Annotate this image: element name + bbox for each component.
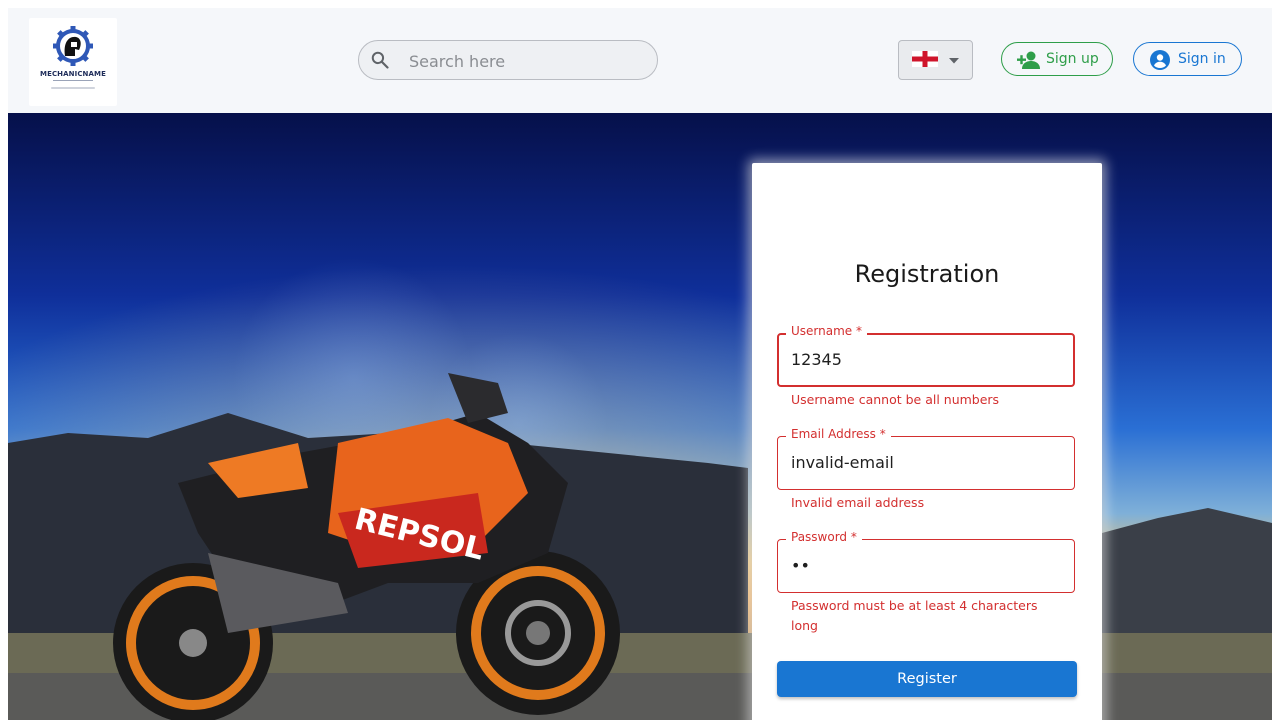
caret-down-icon: [949, 58, 959, 64]
username-error: Username cannot be all numbers: [791, 392, 1000, 407]
password-label: Password *: [786, 530, 862, 544]
sign-in-button[interactable]: Sign in: [1133, 42, 1242, 76]
registration-title: Registration: [854, 260, 1000, 288]
logo-underline: [51, 87, 95, 89]
top-header: MECHANICNAME Search here Sign up Sign in: [8, 8, 1272, 113]
account-circle-icon: [1150, 50, 1170, 70]
username-label: Username *: [786, 324, 867, 338]
password-value[interactable]: ••: [791, 556, 810, 575]
password-error: Password must be at least 4 characters l…: [791, 598, 1038, 633]
sign-up-button[interactable]: Sign up: [1001, 42, 1113, 76]
sign-in-label: Sign in: [1178, 51, 1226, 67]
registration-card: Registration Username * 12345 Username c…: [752, 163, 1102, 720]
email-label: Email Address *: [786, 427, 891, 441]
email-field[interactable]: Email Address * invalid-email: [777, 427, 1075, 490]
search-input[interactable]: [407, 49, 651, 73]
username-value[interactable]: 12345: [791, 350, 842, 369]
logo-tagline: [53, 80, 93, 81]
password-field[interactable]: Password * ••: [777, 530, 1075, 593]
email-error: Invalid email address: [791, 495, 925, 510]
hero-background: REPSOL Registration Username * 12345 Use…: [8, 113, 1272, 720]
password-field-outline: [777, 539, 1075, 593]
logo-wordmark: MECHANICNAME: [40, 70, 106, 78]
search-icon[interactable]: [370, 50, 390, 70]
sign-up-label: Sign up: [1046, 51, 1099, 67]
language-selector[interactable]: [898, 40, 973, 80]
email-value[interactable]: invalid-email: [791, 453, 894, 472]
search-bar: [358, 40, 658, 80]
app-frame: MECHANICNAME Search here Sign up Sign in…: [8, 8, 1272, 720]
register-button[interactable]: Register: [777, 661, 1077, 697]
person-add-icon: [1017, 51, 1040, 69]
gear-helmet-icon: [53, 26, 93, 66]
username-field[interactable]: Username * 12345: [777, 324, 1075, 387]
brand-logo[interactable]: MECHANICNAME: [29, 18, 117, 106]
england-flag-icon: [912, 51, 938, 67]
